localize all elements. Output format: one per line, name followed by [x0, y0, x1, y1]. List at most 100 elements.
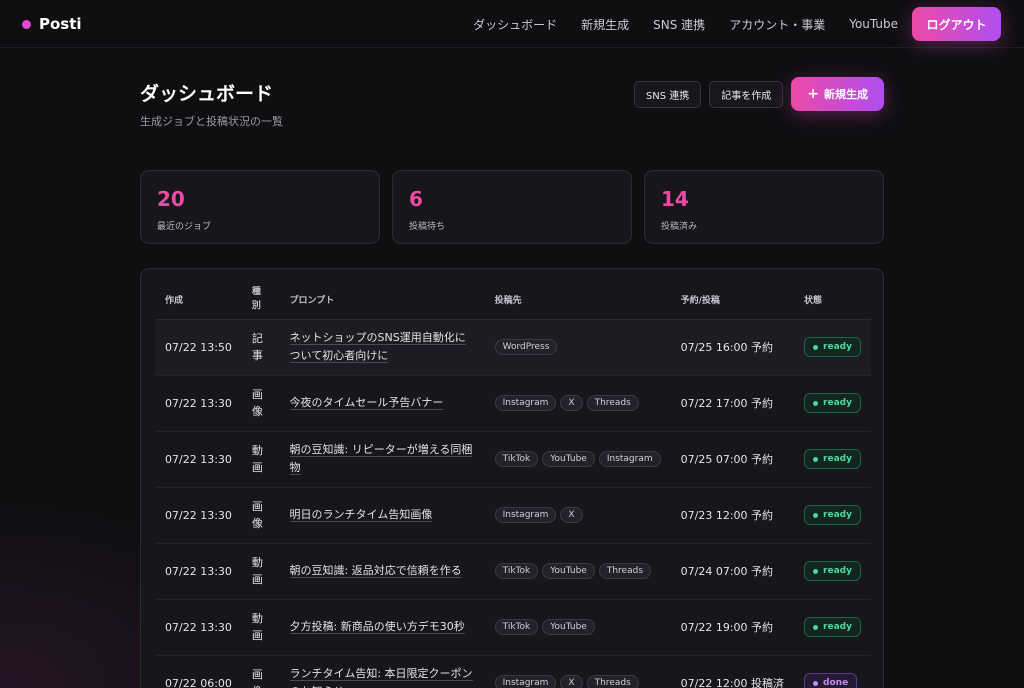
- nav-item-dashboard[interactable]: ダッシュボード: [473, 16, 557, 33]
- status-dot-icon: [813, 624, 819, 630]
- status-dot-icon: [813, 456, 819, 462]
- new-generate-label: 新規生成: [824, 88, 868, 101]
- cell-prompt: 夕方投稿: 新商品の使い方デモ30秒: [279, 599, 485, 656]
- cell-status: ready: [794, 431, 871, 488]
- table-body: 07/22 13:50 記事 ネットショップのSNS運用自動化について初心者向けに W…: [155, 319, 871, 688]
- cell-schedule: 07/25 07:00 予約: [670, 431, 795, 488]
- table-row[interactable]: 07/22 13:50 記事 ネットショップのSNS運用自動化について初心者向けに W…: [155, 319, 871, 376]
- header-prompt: プロンプト: [279, 280, 485, 320]
- type-label: 動画: [251, 556, 263, 586]
- status-badge: ready: [804, 505, 861, 525]
- table-row[interactable]: 07/22 13:30 画像 今夜のタイムセール予告バナー Instagram X Thr…: [155, 375, 871, 432]
- platform-tag: X: [560, 675, 583, 688]
- type-label: 動画: [251, 612, 263, 642]
- stat-label: 投稿済み: [661, 222, 698, 232]
- prompt-link[interactable]: 今夜のタイムセール予告バナー: [289, 396, 444, 410]
- stat-label: 投稿待ち: [409, 222, 446, 232]
- cell-status: ready: [794, 599, 871, 656]
- prompt-link[interactable]: 朝の豆知識: 返品対応で信頼を作る: [289, 564, 462, 578]
- stat-card-posted: 14 投稿済み: [644, 170, 884, 244]
- cell-created: 07/22 13:30: [155, 375, 242, 432]
- cell-schedule: 07/24 07:00 予約: [670, 543, 795, 600]
- table-row[interactable]: 07/22 13:30 動画 朝の豆知識: リピーターが増える同梱物 TikTok Yo…: [155, 431, 871, 488]
- sns-link-button[interactable]: SNS 連携: [633, 80, 702, 108]
- cell-destination: WordPress: [484, 319, 671, 376]
- cell-prompt: 明日のランチタイム告知画像: [279, 487, 485, 544]
- nav-item-new-generate[interactable]: 新規生成: [581, 16, 629, 33]
- logout-button[interactable]: ログアウト: [912, 7, 1001, 41]
- nav-item-youtube[interactable]: YouTube: [849, 17, 898, 31]
- new-generate-button[interactable]: + 新規生成: [791, 77, 884, 111]
- destination-tags: Instagram X Threads: [494, 395, 661, 411]
- prompt-link[interactable]: 明日のランチタイム告知画像: [289, 508, 433, 522]
- prompt-link[interactable]: 夕方投稿: 新商品の使い方デモ30秒: [289, 620, 465, 634]
- destination-tags: TikTok YouTube: [494, 619, 661, 635]
- header-actions: SNS 連携 記事を作成 + 新規生成: [633, 77, 884, 111]
- cell-prompt: ランチタイム告知: 本日限定クーポンのお知らせ: [279, 655, 485, 688]
- cell-type: 記事: [241, 319, 280, 376]
- status-dot-icon: [813, 680, 819, 686]
- page-title: ダッシュボード: [140, 83, 274, 105]
- cell-created: 07/22 06:00: [155, 655, 242, 688]
- cell-type: 画像: [241, 655, 280, 688]
- stat-value: 6: [409, 187, 423, 211]
- table-row[interactable]: 07/22 13:30 動画 朝の豆知識: 返品対応で信頼を作る TikTok YouT…: [155, 543, 871, 600]
- cell-destination: TikTok YouTube Threads: [484, 543, 671, 600]
- nav-item-sns[interactable]: SNS 連携: [653, 16, 705, 33]
- stat-card-pending: 6 投稿待ち: [392, 170, 632, 244]
- platform-tag: X: [560, 395, 583, 411]
- destination-tags: Instagram X Threads: [494, 675, 661, 688]
- platform-tag: WordPress: [494, 339, 558, 355]
- table-row[interactable]: 07/22 13:30 動画 夕方投稿: 新商品の使い方デモ30秒 TikTok You…: [155, 599, 871, 656]
- cell-prompt: 朝の豆知識: 返品対応で信頼を作る: [279, 543, 485, 600]
- cell-status: done: [794, 655, 871, 688]
- brand-name: Posti: [39, 15, 82, 33]
- table-row[interactable]: 07/22 06:00 画像 ランチタイム告知: 本日限定クーポンのお知らせ Inst…: [155, 655, 871, 688]
- platform-tag: Instagram: [494, 675, 557, 688]
- cell-status: ready: [794, 487, 871, 544]
- cell-schedule: 07/22 17:00 予約: [670, 375, 795, 432]
- stats-row: 20 最近のジョブ 6 投稿待ち 14 投稿済み: [140, 170, 884, 244]
- top-nav: Posti ダッシュボード 新規生成 SNS 連携 アカウント・事業 YouTu…: [0, 0, 1024, 48]
- brand[interactable]: Posti: [22, 0, 82, 48]
- page-subtitle: 生成ジョブと投稿状況の一覧: [140, 115, 283, 128]
- cell-prompt: 朝の豆知識: リピーターが増える同梱物: [279, 431, 485, 488]
- jobs-table: 作成 種別 プロンプト 投稿先 予約/投稿 状態 07/22 13:50 記事 ネッ…: [155, 280, 871, 688]
- type-label: 画像: [251, 388, 263, 418]
- platform-tag: Instagram: [598, 451, 661, 467]
- prompt-link[interactable]: 朝の豆知識: リピーターが増える同梱物: [289, 443, 473, 475]
- cell-destination: Instagram X Threads: [484, 655, 671, 688]
- cell-schedule: 07/22 12:00 投稿済: [670, 655, 795, 688]
- table-header-row: 作成 種別 プロンプト 投稿先 予約/投稿 状態: [155, 280, 871, 320]
- cell-status: ready: [794, 543, 871, 600]
- table-row[interactable]: 07/22 13:30 画像 明日のランチタイム告知画像 Instagram X 07/2…: [155, 487, 871, 544]
- create-article-button[interactable]: 記事を作成: [709, 80, 784, 108]
- prompt-link[interactable]: ランチタイム告知: 本日限定クーポンのお知らせ: [289, 667, 473, 688]
- destination-tags: TikTok YouTube Instagram: [494, 451, 661, 467]
- destination-tags: TikTok YouTube Threads: [494, 563, 661, 579]
- header-type-label: 種別: [251, 287, 261, 312]
- cell-schedule: 07/22 19:00 予約: [670, 599, 795, 656]
- cell-status: ready: [794, 375, 871, 432]
- type-label: 画像: [251, 668, 263, 688]
- cell-destination: TikTok YouTube: [484, 599, 671, 656]
- nav-item-account[interactable]: アカウント・事業: [729, 16, 825, 33]
- platform-tag: TikTok: [494, 451, 539, 467]
- platform-tag: TikTok: [494, 619, 539, 635]
- status-dot-icon: [813, 568, 819, 574]
- platform-tag: YouTube: [542, 619, 595, 635]
- status-label: ready: [823, 622, 852, 632]
- stat-value: 14: [661, 187, 689, 211]
- cell-type: 動画: [241, 599, 280, 656]
- platform-tag: YouTube: [542, 563, 595, 579]
- status-label: done: [823, 678, 849, 688]
- nav-links: ダッシュボード 新規生成 SNS 連携 アカウント・事業 YouTube: [473, 0, 898, 48]
- status-label: ready: [823, 566, 852, 576]
- prompt-link[interactable]: ネットショップのSNS運用自動化について初心者向けに: [289, 331, 466, 363]
- header-status: 状態: [794, 280, 871, 320]
- header-schedule: 予約/投稿: [670, 280, 795, 320]
- stat-value: 20: [157, 187, 185, 211]
- status-badge: done: [804, 673, 858, 688]
- cell-created: 07/22 13:30: [155, 543, 242, 600]
- status-dot-icon: [813, 344, 819, 350]
